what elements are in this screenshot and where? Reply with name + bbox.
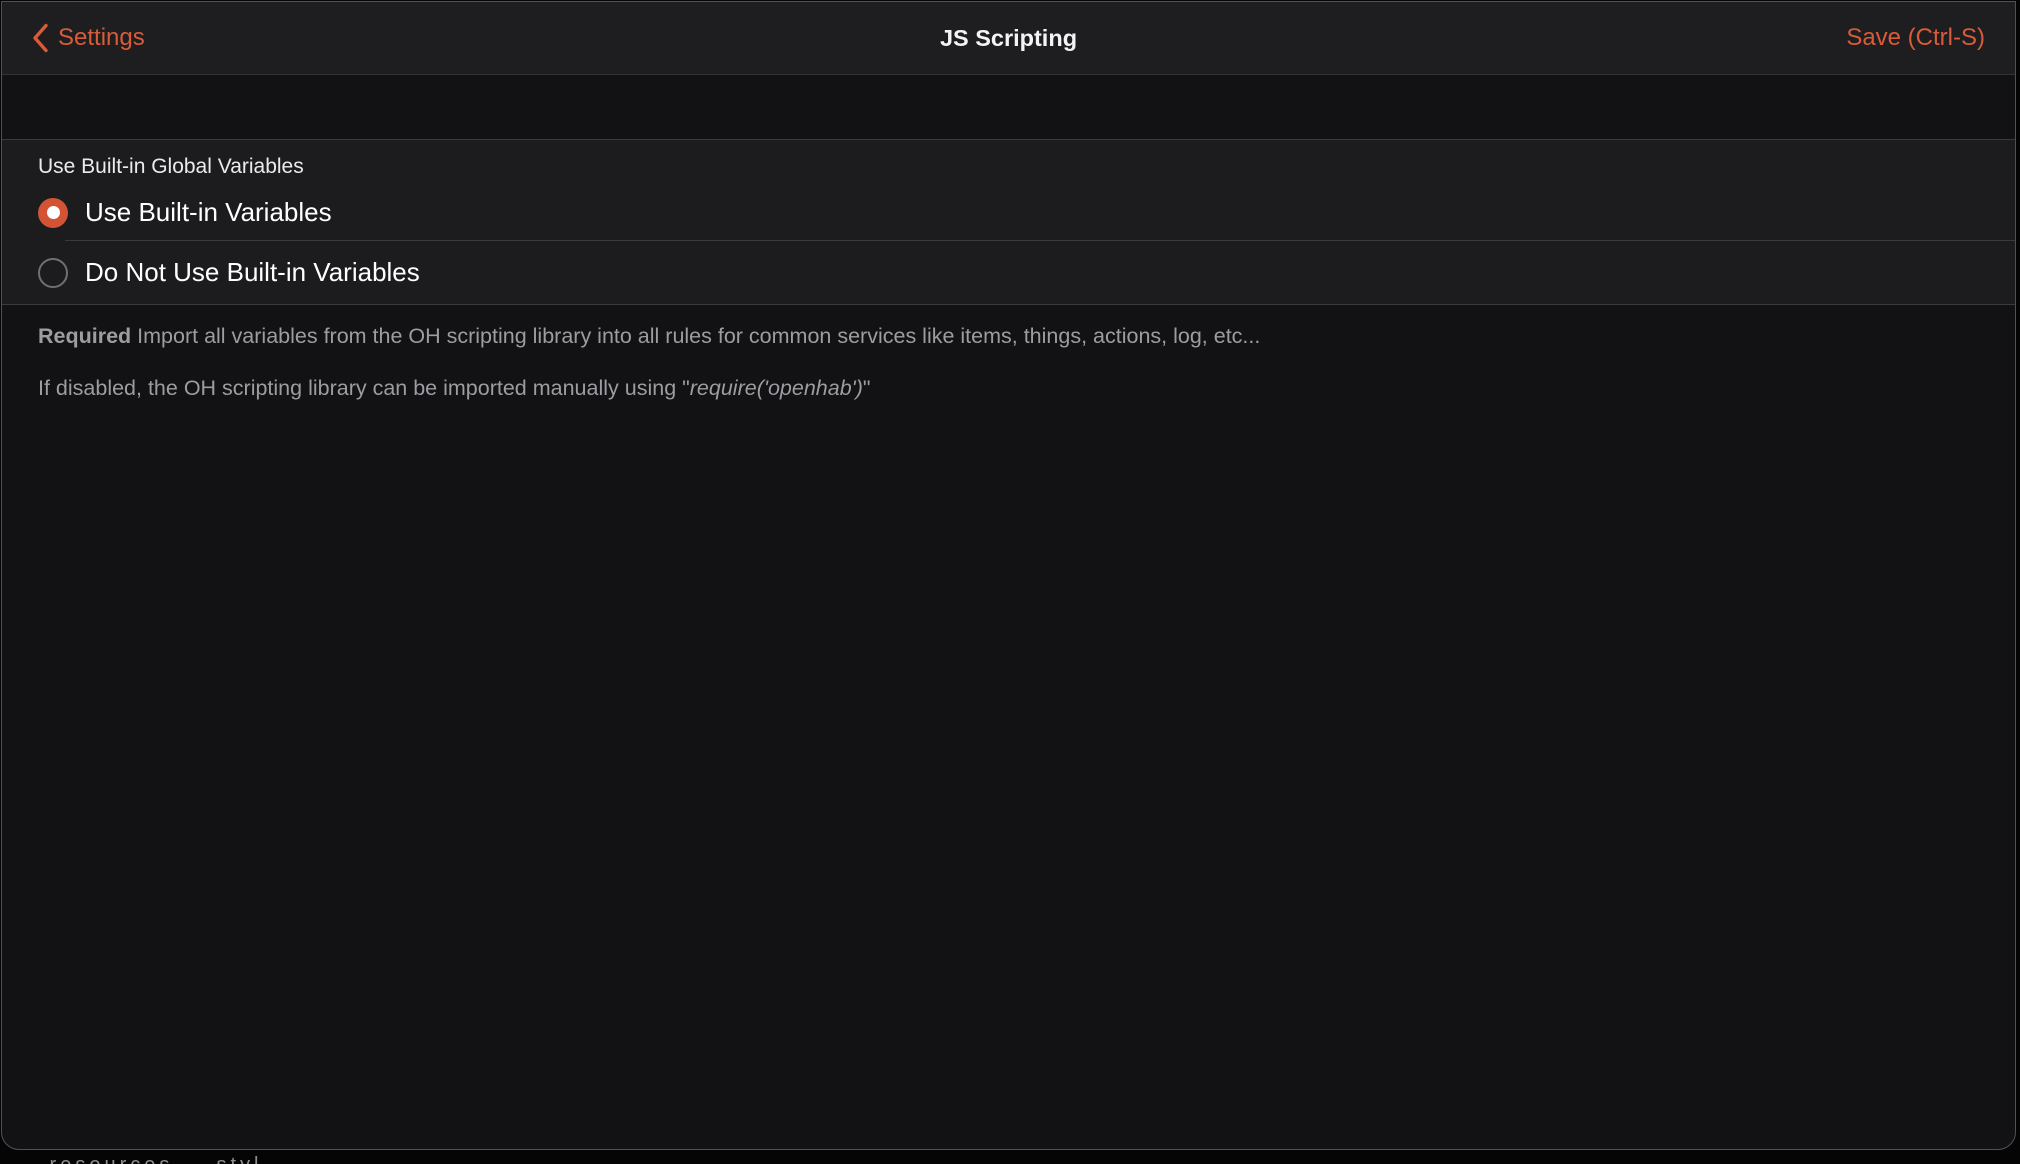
parameter-group-label: Use Built-in Global Variables xyxy=(2,140,2015,184)
radio-option-label: Use Built-in Variables xyxy=(85,197,332,228)
chevron-left-icon xyxy=(32,23,48,53)
save-button[interactable]: Save (Ctrl-S) xyxy=(1846,24,1985,52)
config-parameter-list: Use Built-in Global Variables Use Built-… xyxy=(2,139,2015,305)
navbar: Settings JS Scripting Save (Ctrl-S) xyxy=(2,2,2015,75)
radio-option-use-builtin[interactable]: Use Built-in Variables xyxy=(2,184,2015,241)
radio-selected-icon xyxy=(38,198,68,228)
description-line-1-text: Import all variables from the OH scripti… xyxy=(131,324,1260,348)
description-code-text: require('openhab') xyxy=(690,376,863,400)
page-gap xyxy=(2,75,2015,139)
parameter-description: Required Import all variables from the O… xyxy=(2,305,2015,403)
description-line-2-prefix: If disabled, the OH scripting library ca… xyxy=(38,376,690,400)
back-button[interactable]: Settings xyxy=(32,23,145,53)
back-button-label: Settings xyxy=(58,24,145,52)
settings-window: Settings JS Scripting Save (Ctrl-S) Use … xyxy=(1,1,2016,1150)
description-line-2: If disabled, the OH scripting library ca… xyxy=(38,374,1979,403)
required-badge-text: Required xyxy=(38,324,131,348)
description-line-1: Required Import all variables from the O… xyxy=(38,322,1979,351)
radio-unselected-icon xyxy=(38,258,68,288)
page-title: JS Scripting xyxy=(940,25,1077,52)
description-line-2-suffix: " xyxy=(863,376,871,400)
radio-option-no-builtin[interactable]: Do Not Use Built-in Variables xyxy=(2,241,2015,304)
radio-option-label: Do Not Use Built-in Variables xyxy=(85,257,420,288)
clipped-background-text: … resources … styl … xyxy=(0,1151,2020,1164)
